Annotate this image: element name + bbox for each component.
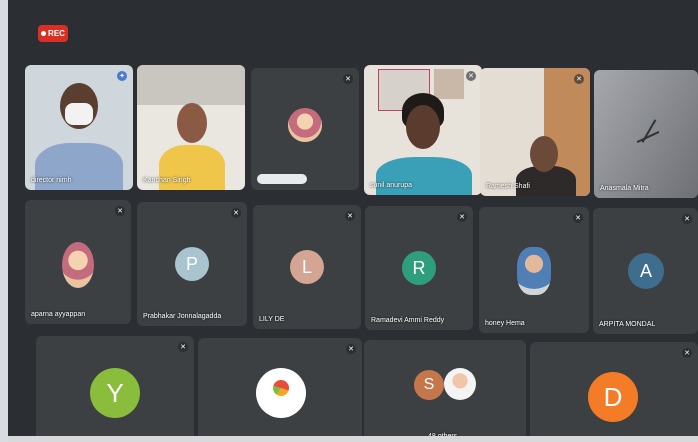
participant-tile[interactable]: ✦ director nimh	[25, 65, 133, 190]
participant-name: Anasmala Mitra	[600, 185, 649, 192]
participant-name: sunil anurupa	[370, 182, 413, 189]
participant-avatar: P	[175, 247, 209, 281]
participant-name: aparna ayyappan	[31, 311, 86, 318]
participant-name: Ramadevi Ammi Reddy	[371, 317, 445, 324]
participant-tile[interactable]: ✕ aparna ayyappan	[25, 200, 131, 324]
participant-avatar: A	[628, 253, 664, 289]
participant-avatar: D	[588, 372, 638, 422]
participant-name: ARPITA MONDAL	[599, 321, 656, 328]
mic-muted-icon: ✕	[466, 71, 476, 81]
mic-muted-icon: ✕	[343, 74, 353, 84]
mic-muted-icon: ✕	[682, 348, 692, 358]
participant-avatar	[62, 242, 94, 288]
participant-tile[interactable]: ✕ sunil anurupa	[364, 65, 482, 195]
participant-name: director nimh	[31, 177, 72, 184]
participant-name: LILY DE	[259, 316, 285, 323]
participant-avatar: L	[290, 250, 324, 284]
mic-muted-icon: ✕	[574, 74, 584, 84]
participant-name: Ramesh Shafi	[486, 183, 530, 190]
participant-tile[interactable]: Kanchan Singh	[137, 65, 245, 190]
mic-muted-icon: ✕	[115, 206, 125, 216]
participant-tile[interactable]: R ✕ Ramadevi Ammi Reddy	[365, 206, 473, 330]
record-dot-icon	[41, 31, 47, 36]
participant-tile[interactable]: ✕	[251, 68, 359, 190]
participant-name: Kanchan Singh	[143, 177, 191, 184]
meeting-screen: REC ✦ director nimh Kanchan Singh ✕ ✕ su…	[8, 0, 698, 442]
participant-tile[interactable]: D ✕	[530, 342, 698, 442]
participant-tile[interactable]: Y ✕	[36, 336, 194, 442]
participant-avatar	[517, 247, 551, 295]
participant-name: honey Hema	[485, 320, 525, 327]
mic-muted-icon: ✕	[231, 208, 241, 218]
participant-tile[interactable]: Anasmala Mitra	[594, 70, 698, 198]
recording-label: REC	[48, 29, 65, 38]
participant-tile[interactable]: ✕	[198, 338, 362, 442]
participant-avatar: R	[402, 251, 436, 285]
participant-name: Prabhakar Jonnalagadda	[143, 313, 222, 320]
participant-logo	[256, 368, 306, 418]
participant-avatar	[288, 108, 322, 142]
participant-tile[interactable]: P ✕ Prabhakar Jonnalagadda	[137, 202, 247, 326]
mic-muted-icon: ✕	[457, 212, 467, 222]
participant-tile[interactable]: ✕ Ramesh Shafi	[480, 68, 590, 196]
participant-tile[interactable]: A ✕ ARPITA MONDAL	[593, 208, 698, 334]
participant-tile[interactable]: ✕ honey Hema	[479, 207, 589, 333]
mic-muted-icon: ✕	[346, 344, 356, 354]
others-tile[interactable]: S 48 others	[364, 340, 526, 442]
participant-avatar	[444, 368, 476, 400]
mic-muted-icon: ✕	[345, 211, 355, 221]
participant-tile[interactable]: L ✕ LILY DE	[253, 205, 361, 329]
participant-avatar: S	[414, 370, 444, 400]
participant-name-chip	[257, 174, 307, 184]
mic-muted-icon: ✕	[573, 213, 583, 223]
participant-avatar: Y	[90, 368, 140, 418]
recording-badge: REC	[38, 25, 68, 42]
pin-icon[interactable]: ✦	[117, 71, 127, 81]
mic-muted-icon: ✕	[178, 342, 188, 352]
screen-bottom-edge	[8, 436, 698, 442]
mic-muted-icon: ✕	[682, 214, 692, 224]
